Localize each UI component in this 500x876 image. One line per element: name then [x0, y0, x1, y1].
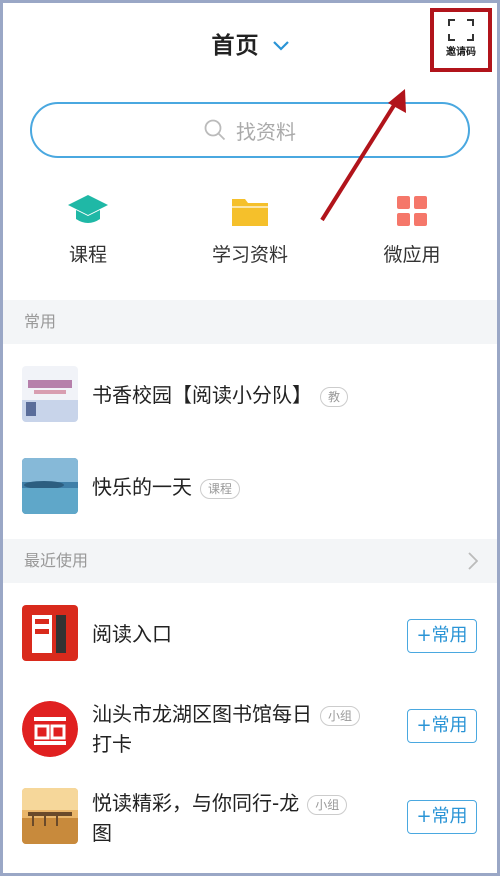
- app-thumbnail: [22, 605, 78, 661]
- entry-course[interactable]: 课程: [8, 190, 168, 267]
- annotation-arrow: [320, 89, 406, 222]
- list-item[interactable]: 快乐的一天 课程: [0, 444, 500, 539]
- app-thumbnail: [22, 788, 78, 844]
- tag-badge: 课程: [200, 478, 241, 499]
- entry-materials[interactable]: 学习资料: [170, 190, 330, 267]
- scan-icon: [448, 19, 474, 41]
- add-to-common-button[interactable]: +常用: [407, 619, 477, 653]
- tag-badge: 小组: [320, 705, 361, 726]
- list-item[interactable]: 汕头市龙湖区图书馆每日 小组 打卡 +常用: [0, 683, 500, 778]
- add-to-common-button[interactable]: +常用: [407, 709, 477, 743]
- app-thumbnail: [22, 701, 78, 757]
- entry-micro-apps-label: 微应用: [383, 244, 441, 266]
- chevron-right-icon: [468, 539, 479, 586]
- entry-materials-label: 学习资料: [211, 244, 288, 266]
- section-common-header: 常用: [0, 300, 500, 344]
- list-item[interactable]: 书香校园【阅读小分队】教: [0, 344, 500, 444]
- add-to-common-button[interactable]: +常用: [407, 800, 477, 834]
- search-icon: [204, 119, 226, 141]
- title-dropdown[interactable]: 首页: [0, 26, 500, 60]
- invite-code-label: 邀请码: [446, 47, 476, 58]
- top-bar: 首页 邀请码: [0, 0, 500, 80]
- list-item[interactable]: 阅读入口 +常用: [0, 583, 500, 683]
- list-item-title: 快乐的一天 课程: [92, 472, 241, 502]
- list-item-title: 悦读精彩，与你同行-龙 小组 图: [92, 788, 392, 848]
- list-item-title: 阅读入口: [92, 622, 172, 646]
- quick-entries: 课程 学习资料 微应用: [0, 190, 500, 280]
- chevron-down-icon: [272, 36, 289, 55]
- invite-code-button[interactable]: 邀请码: [430, 8, 492, 72]
- section-recent-title: 最近使用: [24, 551, 89, 570]
- list-item[interactable]: 悦读精彩，与你同行-龙 小组 图 +常用: [0, 778, 500, 873]
- section-common-title: 常用: [24, 312, 57, 331]
- tag-badge: 小组: [307, 794, 348, 815]
- folder-icon: [232, 199, 268, 226]
- list-item-title: 书香校园【阅读小分队】教: [92, 380, 349, 410]
- list-item-title: 汕头市龙湖区图书馆每日 小组 打卡: [92, 699, 392, 759]
- graduation-cap-icon: [68, 195, 108, 223]
- tag-badge: 教: [320, 386, 349, 407]
- page-title: 首页: [211, 33, 260, 59]
- section-recent-header[interactable]: 最近使用: [0, 539, 500, 583]
- course-thumbnail: [22, 366, 78, 422]
- course-thumbnail: [22, 458, 78, 514]
- search-placeholder: 找资料: [236, 119, 296, 144]
- entry-course-label: 课程: [68, 244, 107, 266]
